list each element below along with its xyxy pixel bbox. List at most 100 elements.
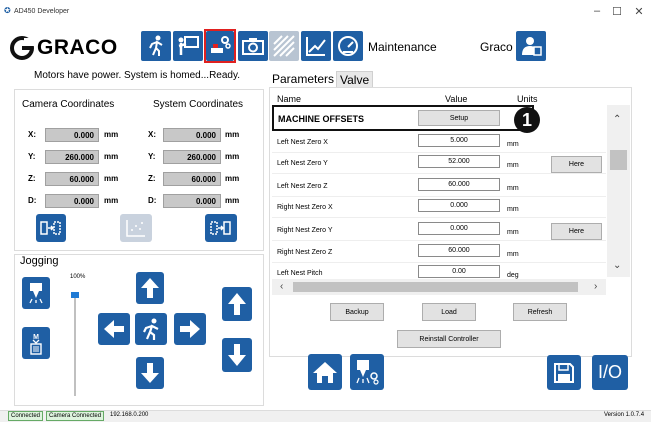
param-value-input[interactable]: 52.000 <box>418 155 500 168</box>
jog-home-button[interactable] <box>135 313 167 345</box>
system-axis-label: D: <box>148 196 157 205</box>
header-value: Value <box>445 94 468 104</box>
jog-x-plus-button[interactable] <box>174 313 206 345</box>
user-icon <box>522 37 542 56</box>
load-button[interactable]: Load <box>422 303 476 321</box>
param-name: Right Nest Zero Y <box>277 227 333 234</box>
scroll-down-icon[interactable]: ⌄ <box>613 260 621 271</box>
arrow-up-icon <box>141 278 159 298</box>
param-unit: deg <box>507 272 519 279</box>
maximize-button[interactable]: ☐ <box>606 5 628 18</box>
home-icon <box>313 362 337 383</box>
param-name: Left Nest Zero Y <box>277 160 328 167</box>
backup-button[interactable]: Backup <box>330 303 384 321</box>
param-unit: mm <box>507 185 519 192</box>
here-button[interactable]: Here <box>551 156 602 173</box>
row-divider <box>272 196 606 197</box>
gauge-button[interactable] <box>333 31 363 61</box>
camera-coordinates-title: Camera Coordinates <box>22 99 115 110</box>
param-name: Left Nest Pitch <box>277 270 323 277</box>
manual-purge-button[interactable]: M <box>22 327 50 359</box>
system-unit-label: mm <box>225 174 240 183</box>
save-button[interactable] <box>547 355 581 390</box>
move-from-icon <box>210 221 231 235</box>
camera-button[interactable] <box>238 31 268 61</box>
setup-button[interactable]: Setup <box>418 110 500 126</box>
line-chart-icon <box>306 37 326 56</box>
scatter-button-disabled[interactable] <box>120 214 152 242</box>
param-name: Left Nest Zero X <box>277 139 328 146</box>
jog-speed-slider-thumb[interactable] <box>71 292 79 298</box>
graco-logo: GRACO <box>10 34 130 62</box>
pattern-button-disabled[interactable] <box>269 31 299 61</box>
jog-speed-slider-track[interactable] <box>74 292 76 396</box>
gauge-icon <box>338 36 358 56</box>
tab-parameters[interactable]: Parameters <box>272 71 334 87</box>
arrow-up-icon <box>228 293 246 315</box>
jog-z-up-button[interactable] <box>222 287 252 321</box>
graco-g-icon <box>10 36 34 60</box>
here-button[interactable]: Here <box>551 223 602 240</box>
close-button[interactable]: ✕ <box>628 5 650 18</box>
jog-y-plus-button[interactable] <box>136 272 164 304</box>
tab-valve[interactable]: Valve <box>336 71 374 88</box>
system-status-text: Motors have power. System is homed...Rea… <box>34 70 241 81</box>
chart-button[interactable] <box>301 31 331 61</box>
home-button[interactable] <box>308 354 342 390</box>
hatch-pattern-icon <box>273 35 295 57</box>
system-unit-label: mm <box>225 152 240 161</box>
valve-settings-button[interactable] <box>350 354 384 390</box>
param-unit: mm <box>507 162 519 169</box>
vertical-scrollbar[interactable] <box>607 105 630 277</box>
teach-button[interactable] <box>173 31 203 61</box>
param-unit: mm <box>507 251 519 258</box>
param-name: Left Nest Zero Z <box>277 183 328 190</box>
system-to-camera-button[interactable] <box>205 214 237 242</box>
camera-connected-status: Camera Connected <box>46 411 105 421</box>
jog-y-minus-button[interactable] <box>136 357 164 389</box>
horizontal-scroll-thumb[interactable] <box>293 282 578 292</box>
user-button[interactable] <box>516 31 546 61</box>
param-value-input[interactable]: 0.000 <box>418 199 500 212</box>
scatter-plot-icon <box>126 220 145 237</box>
operator-mode-button[interactable] <box>141 31 171 61</box>
param-value-input[interactable]: 60.000 <box>418 178 500 191</box>
dispense-mode-button[interactable] <box>22 277 50 309</box>
user-name: Graco <box>480 40 513 54</box>
app-icon: ✪ <box>4 6 11 15</box>
row-divider <box>272 217 606 218</box>
system-coordinates-title: System Coordinates <box>153 99 244 110</box>
camera-coordinate-value: 0.000 <box>45 194 99 208</box>
param-value-input[interactable]: 0.00 <box>418 265 500 278</box>
scroll-right-icon[interactable]: › <box>594 281 597 292</box>
minimize-button[interactable]: – <box>586 5 608 17</box>
jog-x-minus-button[interactable] <box>98 313 130 345</box>
param-unit: mm <box>507 141 519 148</box>
param-value-input[interactable]: 60.000 <box>418 244 500 257</box>
camera-axis-label: Y: <box>28 152 36 161</box>
camera-unit-label: mm <box>104 196 119 205</box>
manual-trash-icon: M <box>30 334 42 355</box>
scroll-left-icon[interactable]: ‹ <box>280 281 283 292</box>
camera-coordinate-value: 0.000 <box>45 128 99 142</box>
setup-tab-selected[interactable] <box>204 29 236 63</box>
version-text: Version 1.0.7.4 <box>604 412 645 418</box>
move-to-icon <box>40 221 61 235</box>
io-button[interactable]: I/O <box>592 355 628 390</box>
jog-z-down-button[interactable] <box>222 338 252 372</box>
connected-status: Connected <box>8 411 44 421</box>
running-person-icon <box>149 35 163 56</box>
row-divider <box>272 262 606 263</box>
machine-gears-icon <box>211 36 231 53</box>
row-divider <box>272 173 606 174</box>
reinstall-controller-button[interactable]: Reinstall Controller <box>397 330 501 348</box>
camera-unit-label: mm <box>104 152 119 161</box>
param-value-input[interactable]: 0.000 <box>418 222 500 235</box>
camera-to-system-button[interactable] <box>36 214 66 242</box>
header-units: Units <box>517 94 538 104</box>
refresh-button[interactable]: Refresh <box>513 303 567 321</box>
camera-axis-label: Z: <box>28 174 36 183</box>
vertical-scroll-thumb[interactable] <box>610 150 627 170</box>
param-value-input[interactable]: 5.000 <box>418 134 500 147</box>
scroll-up-icon[interactable]: ⌃ <box>613 114 621 125</box>
